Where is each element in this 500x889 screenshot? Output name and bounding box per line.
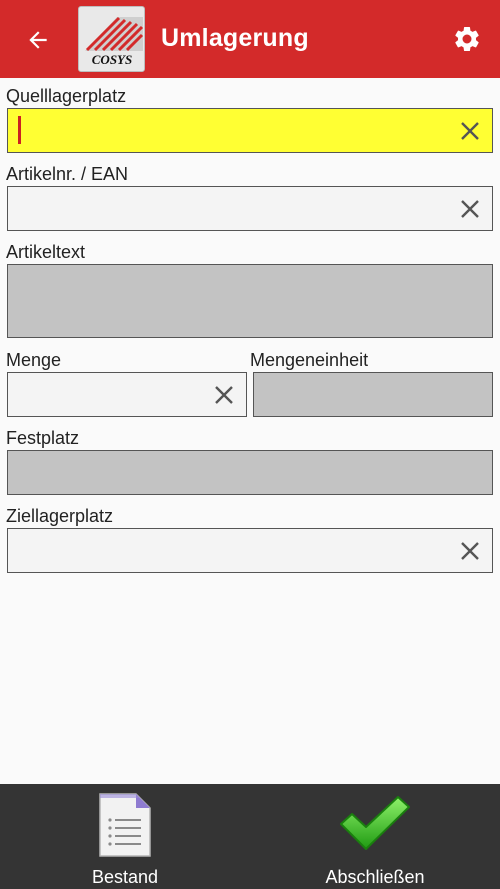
company-logo: COSYS xyxy=(78,6,145,72)
target-location-label: Ziellagerplatz xyxy=(6,506,114,526)
article-text-label: Artikeltext xyxy=(6,242,86,262)
settings-button[interactable] xyxy=(448,20,486,58)
clear-quantity-button[interactable] xyxy=(208,379,240,411)
checkmark-icon xyxy=(340,796,410,850)
target-location-field[interactable] xyxy=(7,528,493,573)
fixed-location-label: Festplatz xyxy=(6,428,80,448)
close-icon xyxy=(461,199,479,218)
app-bar: COSYS Umlagerung xyxy=(0,0,500,78)
close-icon xyxy=(461,121,479,140)
article-text-field xyxy=(7,264,493,338)
finish-label: Abschließen xyxy=(325,867,425,887)
stock-label: Bestand xyxy=(91,867,159,887)
unit-field xyxy=(253,372,493,417)
gear-icon xyxy=(455,26,479,51)
clear-target-location-button[interactable] xyxy=(454,535,486,567)
target-location-input[interactable] xyxy=(8,529,492,572)
source-location-field[interactable] xyxy=(7,108,493,153)
arrow-left-icon xyxy=(29,31,47,49)
page-title: Umlagerung xyxy=(161,24,309,52)
article-number-input[interactable] xyxy=(8,187,492,230)
clear-article-number-button[interactable] xyxy=(454,193,486,225)
finish-button[interactable]: Abschließen xyxy=(300,784,450,889)
source-location-input[interactable] xyxy=(8,109,492,152)
quantity-label: Menge xyxy=(6,350,62,370)
article-number-field[interactable] xyxy=(7,186,493,231)
back-button[interactable] xyxy=(20,22,56,58)
bottom-action-bar: Bestand Abschließen xyxy=(0,784,500,889)
document-list-icon xyxy=(99,793,151,857)
stock-button[interactable]: Bestand xyxy=(60,784,190,889)
logo-text: COSYS xyxy=(92,52,132,67)
quantity-field[interactable] xyxy=(7,372,247,417)
article-number-label: Artikelnr. / EAN xyxy=(6,164,129,184)
source-location-label: Quelllagerplatz xyxy=(6,86,127,106)
close-icon xyxy=(215,385,233,404)
close-icon xyxy=(461,541,479,560)
unit-label: Mengeneinheit xyxy=(250,350,369,370)
fixed-location-field xyxy=(7,450,493,495)
text-cursor xyxy=(18,116,21,144)
clear-source-location-button[interactable] xyxy=(454,115,486,147)
